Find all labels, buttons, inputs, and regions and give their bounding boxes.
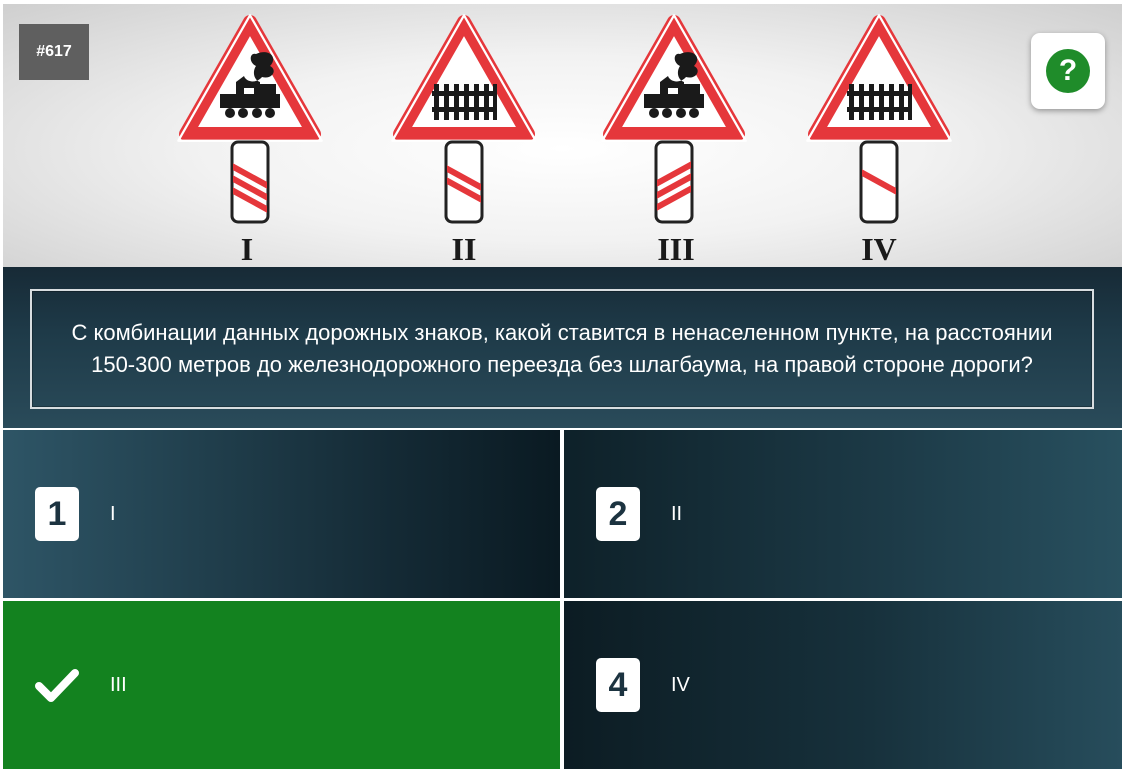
answer-option-3[interactable]: III xyxy=(3,601,560,769)
sign-label-1: I xyxy=(241,231,253,267)
question-mark-icon: ? xyxy=(1046,49,1090,93)
sign-1 xyxy=(178,15,321,224)
quiz-app: I II III IV #617 ? С комбинации данных д… xyxy=(0,0,1123,773)
answer-label: II xyxy=(671,502,683,525)
question-image: I II III IV #617 ? xyxy=(3,4,1122,267)
question-box: С комбинации данных дорожных знаков, как… xyxy=(30,289,1094,409)
sign-4 xyxy=(807,15,950,224)
answer-number-badge: 4 xyxy=(596,658,640,712)
help-button[interactable]: ? xyxy=(1031,33,1105,109)
road-signs-illustration: I II III IV xyxy=(3,4,1122,267)
question-panel: С комбинации данных дорожных знаков, как… xyxy=(3,267,1122,428)
answer-label: I xyxy=(110,502,116,525)
answer-number-badge: 2 xyxy=(596,487,640,541)
checkmark-icon-svg xyxy=(35,669,79,702)
question-text: С комбинации данных дорожных знаков, как… xyxy=(71,320,1053,377)
sign-label-4: IV xyxy=(861,231,897,267)
answer-option-2[interactable]: 2 II xyxy=(564,430,1122,598)
sign-label-2: II xyxy=(452,231,477,267)
sign-2 xyxy=(392,15,535,224)
answer-grid: 1 I 2 II III 4 IV xyxy=(3,430,1122,770)
answer-label: IV xyxy=(671,673,690,696)
checkmark-icon xyxy=(35,658,79,712)
answer-option-4[interactable]: 4 IV xyxy=(564,601,1122,769)
answer-number-badge: 1 xyxy=(35,487,79,541)
question-number-badge: #617 xyxy=(19,24,89,80)
sign-3 xyxy=(602,15,745,224)
sign-label-3: III xyxy=(657,231,694,267)
answer-label: III xyxy=(110,673,127,696)
answer-option-1[interactable]: 1 I xyxy=(3,430,560,598)
